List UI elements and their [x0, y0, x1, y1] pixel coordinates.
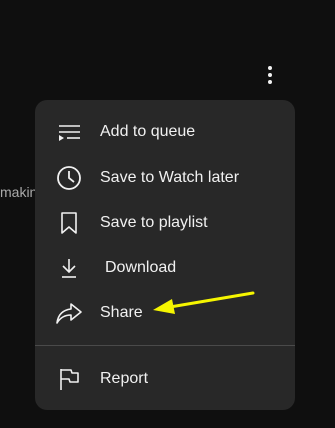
queue-icon — [55, 120, 83, 144]
more-options-button[interactable] — [258, 62, 282, 88]
context-menu: Add to queue Save to Watch later Save to… — [35, 100, 295, 410]
menu-item-label: Add to queue — [100, 123, 196, 140]
page: makin Add to queue Save to Watch later S… — [0, 0, 335, 428]
menu-item-label: Save to playlist — [100, 214, 208, 231]
menu-divider — [35, 345, 295, 346]
clock-icon — [55, 166, 83, 190]
menu-item-label: Report — [100, 370, 149, 387]
menu-item-add-to-queue[interactable]: Add to queue — [35, 110, 295, 154]
menu-item-share[interactable]: Share — [35, 291, 295, 335]
menu-item-save-to-watch-later[interactable]: Save to Watch later — [35, 156, 295, 200]
flag-icon — [55, 367, 83, 391]
download-icon — [55, 256, 83, 280]
menu-item-label: Share — [100, 304, 143, 321]
menu-item-save-to-playlist[interactable]: Save to playlist — [35, 201, 295, 245]
share-icon — [55, 301, 83, 325]
bookmark-icon — [55, 211, 83, 235]
menu-item-label: Download — [105, 259, 177, 276]
background-video-title-fragment: makin — [0, 184, 38, 200]
more-vert-icon-dot — [268, 80, 272, 84]
menu-item-label: Save to Watch later — [100, 169, 240, 186]
more-vert-icon — [268, 66, 272, 70]
menu-item-download[interactable]: Download — [35, 246, 295, 290]
menu-item-report[interactable]: Report — [35, 357, 295, 401]
more-vert-icon-dot — [268, 73, 272, 77]
